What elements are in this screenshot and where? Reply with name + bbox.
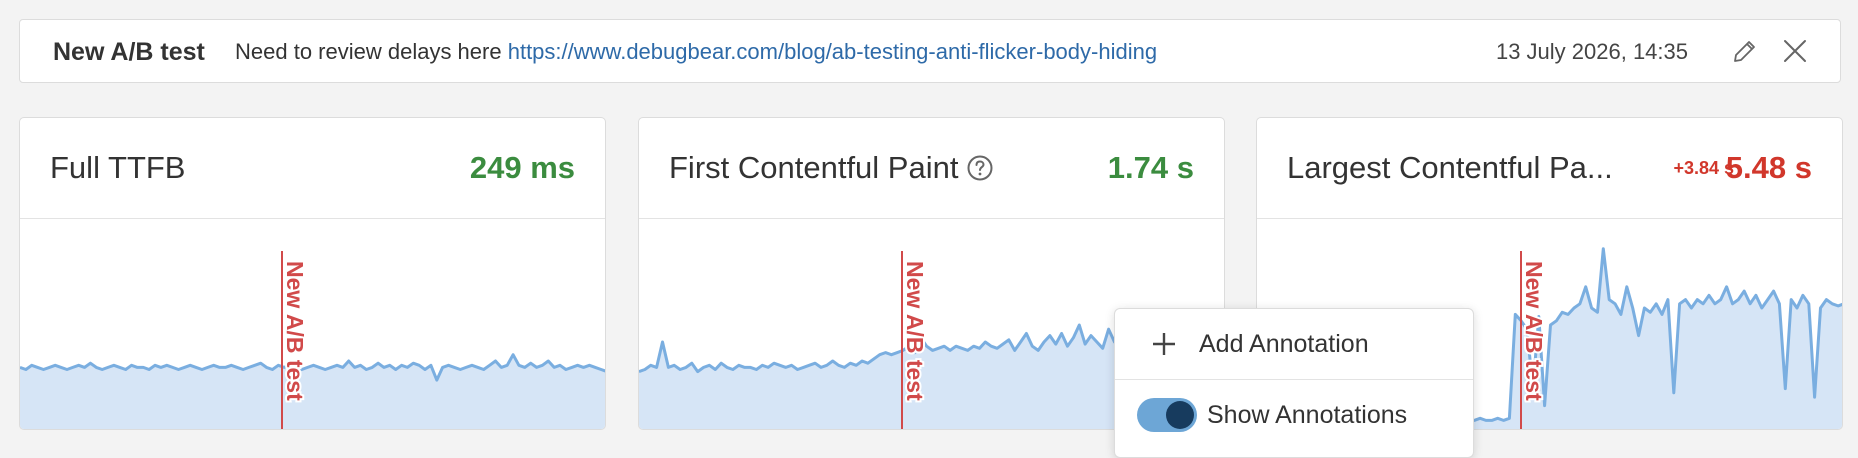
annotation-title: New A/B test — [53, 38, 205, 66]
metric-card-ttfb[interactable]: Full TTFB 249 ms New A/B test — [19, 117, 606, 430]
card-value: 5.48 s — [1725, 150, 1812, 185]
annotation-link[interactable]: https://www.debugbear.com/blog/ab-testin… — [508, 39, 1157, 64]
annotation-bar: New A/B test Need to review delays here … — [19, 19, 1841, 83]
close-annotation-button[interactable] — [1778, 34, 1812, 68]
annotation-description-text: Need to review delays here — [235, 39, 502, 64]
card-header: Full TTFB 249 ms — [20, 118, 605, 219]
annotation-marker-label: New A/B test — [902, 261, 928, 401]
plus-icon — [1153, 333, 1175, 355]
edit-annotation-button[interactable] — [1728, 34, 1762, 68]
annotation-description: Need to review delays here https://www.d… — [235, 20, 1157, 84]
card-value: 249 ms — [469, 150, 575, 185]
metric-chart[interactable]: New A/B test — [20, 219, 606, 430]
card-title: Full TTFB — [50, 150, 186, 185]
show-annotations-label: Show Annotations — [1207, 400, 1408, 429]
add-annotation-label: Add Annotation — [1199, 329, 1369, 358]
help-icon[interactable] — [966, 154, 994, 182]
plus-icon-wrap — [1129, 330, 1199, 358]
annotation-marker-label: New A/B test — [1521, 261, 1547, 401]
pencil-icon — [1734, 41, 1755, 62]
card-value: 1.74 s — [1107, 150, 1194, 185]
card-title-text: First Contentful Paint — [669, 150, 959, 185]
card-header: First Contentful Paint 1.74 s — [639, 118, 1224, 219]
annotation-date: 13 July 2026, 14:35 — [1495, 39, 1688, 64]
annotation-marker-label: New A/B test — [282, 261, 308, 401]
card-title: First Contentful Paint — [669, 118, 994, 218]
close-icon — [1784, 40, 1806, 62]
add-annotation-menu-item[interactable]: Add Annotation — [1115, 309, 1473, 380]
toggle-knob — [1166, 401, 1194, 429]
card-title: Largest Contentful Pa... — [1287, 150, 1613, 185]
card-header: Largest Contentful Pa... +3.84 s 5.48 s — [1257, 118, 1842, 219]
show-annotations-toggle[interactable] — [1137, 398, 1197, 432]
show-annotations-menu-item[interactable]: Show Annotations — [1115, 380, 1473, 450]
chart-context-menu: Add Annotation Show Annotations — [1114, 308, 1474, 458]
